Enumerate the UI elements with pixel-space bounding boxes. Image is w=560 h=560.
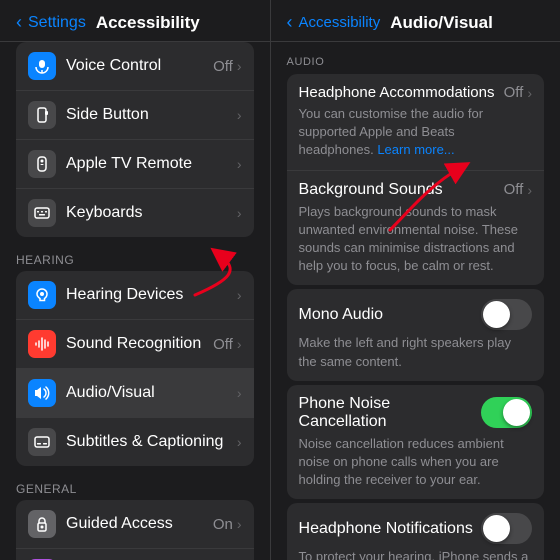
background-sounds-value: Off [504,181,524,198]
background-sounds-desc: Plays background sounds to mask unwanted… [299,203,532,276]
sidebar-item-apple-tv-remote[interactable]: Apple TV Remote › [16,140,254,189]
mono-audio-toggle[interactable] [481,299,532,330]
back-chevron-icon[interactable]: ‹ [16,12,22,33]
headphone-accommodations-desc: You can customise the audio for supporte… [299,105,532,160]
phone-noise-cancellation-item: Phone Noise Cancellation Noise cancellat… [287,385,544,500]
background-sounds-chevron: › [527,182,532,198]
apple-tv-remote-icon [28,150,56,178]
general-list-group: Guided Access On › Siri › Acces [0,500,270,560]
keyboards-chevron: › [237,205,242,221]
audio-section-label: AUDIO [271,42,560,74]
subtitles-icon [28,428,56,456]
sidebar-item-siri[interactable]: Siri › [16,549,254,560]
hearing-devices-label: Hearing Devices [66,286,237,304]
mono-audio-item: Mono Audio Make the left and right speak… [287,289,544,380]
headphone-notifications-desc: To protect your hearing, iPhone sends a … [299,548,532,560]
back-button[interactable]: Settings [28,14,86,32]
sound-recognition-label: Sound Recognition [66,335,213,353]
guided-access-chevron: › [237,516,242,532]
phone-noise-cancellation-toggle[interactable] [481,397,532,428]
mono-audio-desc: Make the left and right speakers play th… [299,334,532,370]
sidebar-item-side-button[interactable]: Side Button › [16,91,254,140]
sidebar-item-sound-recognition[interactable]: Sound Recognition Off › [16,320,254,369]
keyboards-icon [28,199,56,227]
side-button-label: Side Button [66,106,237,124]
guided-access-icon [28,510,56,538]
sidebar-item-hearing-devices[interactable]: Hearing Devices › [16,271,254,320]
background-sounds-label: Background Sounds [299,181,504,199]
apple-tv-remote-label: Apple TV Remote [66,155,237,173]
headphone-notifications-group: Headphone Notifications To protect your … [271,503,560,560]
sidebar-item-keyboards[interactable]: Keyboards › [16,189,254,237]
sidebar-item-voice-control[interactable]: Voice Control Off › [16,42,254,91]
sidebar-item-guided-access[interactable]: Guided Access On › [16,500,254,549]
right-panel: ‹ Accessibility Audio/Visual AUDIO Headp… [271,0,560,560]
phone-noise-cancellation-desc: Noise cancellation reduces ambient noise… [299,435,532,490]
hearing-devices-icon [28,281,56,309]
headphone-accommodations-item[interactable]: Headphone Accommodations Off › You can c… [287,74,544,171]
voice-control-label: Voice Control [66,57,213,75]
guided-access-label: Guided Access [66,515,213,533]
headphone-notifications-toggle[interactable] [481,513,532,544]
background-sounds-item[interactable]: Background Sounds Off › Plays background… [287,171,544,286]
right-title: Audio/Visual [390,13,493,33]
sidebar-item-audio-visual[interactable]: Audio/Visual › [16,369,254,418]
left-header: ‹ Settings Accessibility [0,0,270,42]
right-back-button[interactable]: Accessibility [299,14,381,31]
mono-audio-group: Mono Audio Make the left and right speak… [271,289,560,380]
sound-recognition-chevron: › [237,336,242,352]
mono-audio-label: Mono Audio [299,306,384,324]
headphone-accommodations-value: Off [504,84,524,101]
voice-control-chevron: › [237,58,242,74]
general-section-label: GENERAL [0,468,270,500]
phone-noise-cancellation-label: Phone Noise Cancellation [299,395,481,431]
apple-tv-remote-chevron: › [237,156,242,172]
audio-visual-icon [28,379,56,407]
sidebar-item-subtitles[interactable]: Subtitles & Captioning › [16,418,254,466]
right-back-chevron-icon[interactable]: ‹ [287,12,293,33]
side-button-icon [28,101,56,129]
side-button-chevron: › [237,107,242,123]
guided-access-value: On [213,516,233,533]
app-container: ‹ Settings Accessibility Voice Control O… [0,0,560,560]
voice-control-value: Off [213,58,233,75]
keyboards-label: Keyboards [66,204,237,222]
hearing-section-label: HEARING [0,239,270,271]
audio-list-group: Headphone Accommodations Off › You can c… [271,74,560,285]
voice-control-icon [28,52,56,80]
right-header: ‹ Accessibility Audio/Visual [271,0,560,42]
subtitles-chevron: › [237,434,242,450]
hearing-list-group: Hearing Devices › Sound Recognition Off … [0,271,270,466]
subtitles-label: Subtitles & Captioning [66,433,237,451]
audio-visual-label: Audio/Visual [66,384,237,402]
left-panel: ‹ Settings Accessibility Voice Control O… [0,0,270,560]
sound-recognition-value: Off [213,336,233,353]
headphone-accommodations-label: Headphone Accommodations [299,84,504,101]
top-list-group: Voice Control Off › Side Button › Apple … [0,42,270,237]
learn-more-link[interactable]: Learn more... [377,142,454,157]
audio-visual-chevron: › [237,385,242,401]
headphone-notifications-item: Headphone Notifications To protect your … [287,503,544,560]
left-title: Accessibility [96,13,200,33]
phone-noise-cancellation-toggle-knob [503,399,530,426]
phone-noise-group: Phone Noise Cancellation Noise cancellat… [271,385,560,500]
sound-recognition-icon [28,330,56,358]
headphone-accommodations-chevron: › [527,85,532,101]
headphone-notifications-toggle-knob [483,515,510,542]
headphone-notifications-label: Headphone Notifications [299,520,481,538]
mono-audio-toggle-knob [483,301,510,328]
hearing-devices-chevron: › [237,287,242,303]
